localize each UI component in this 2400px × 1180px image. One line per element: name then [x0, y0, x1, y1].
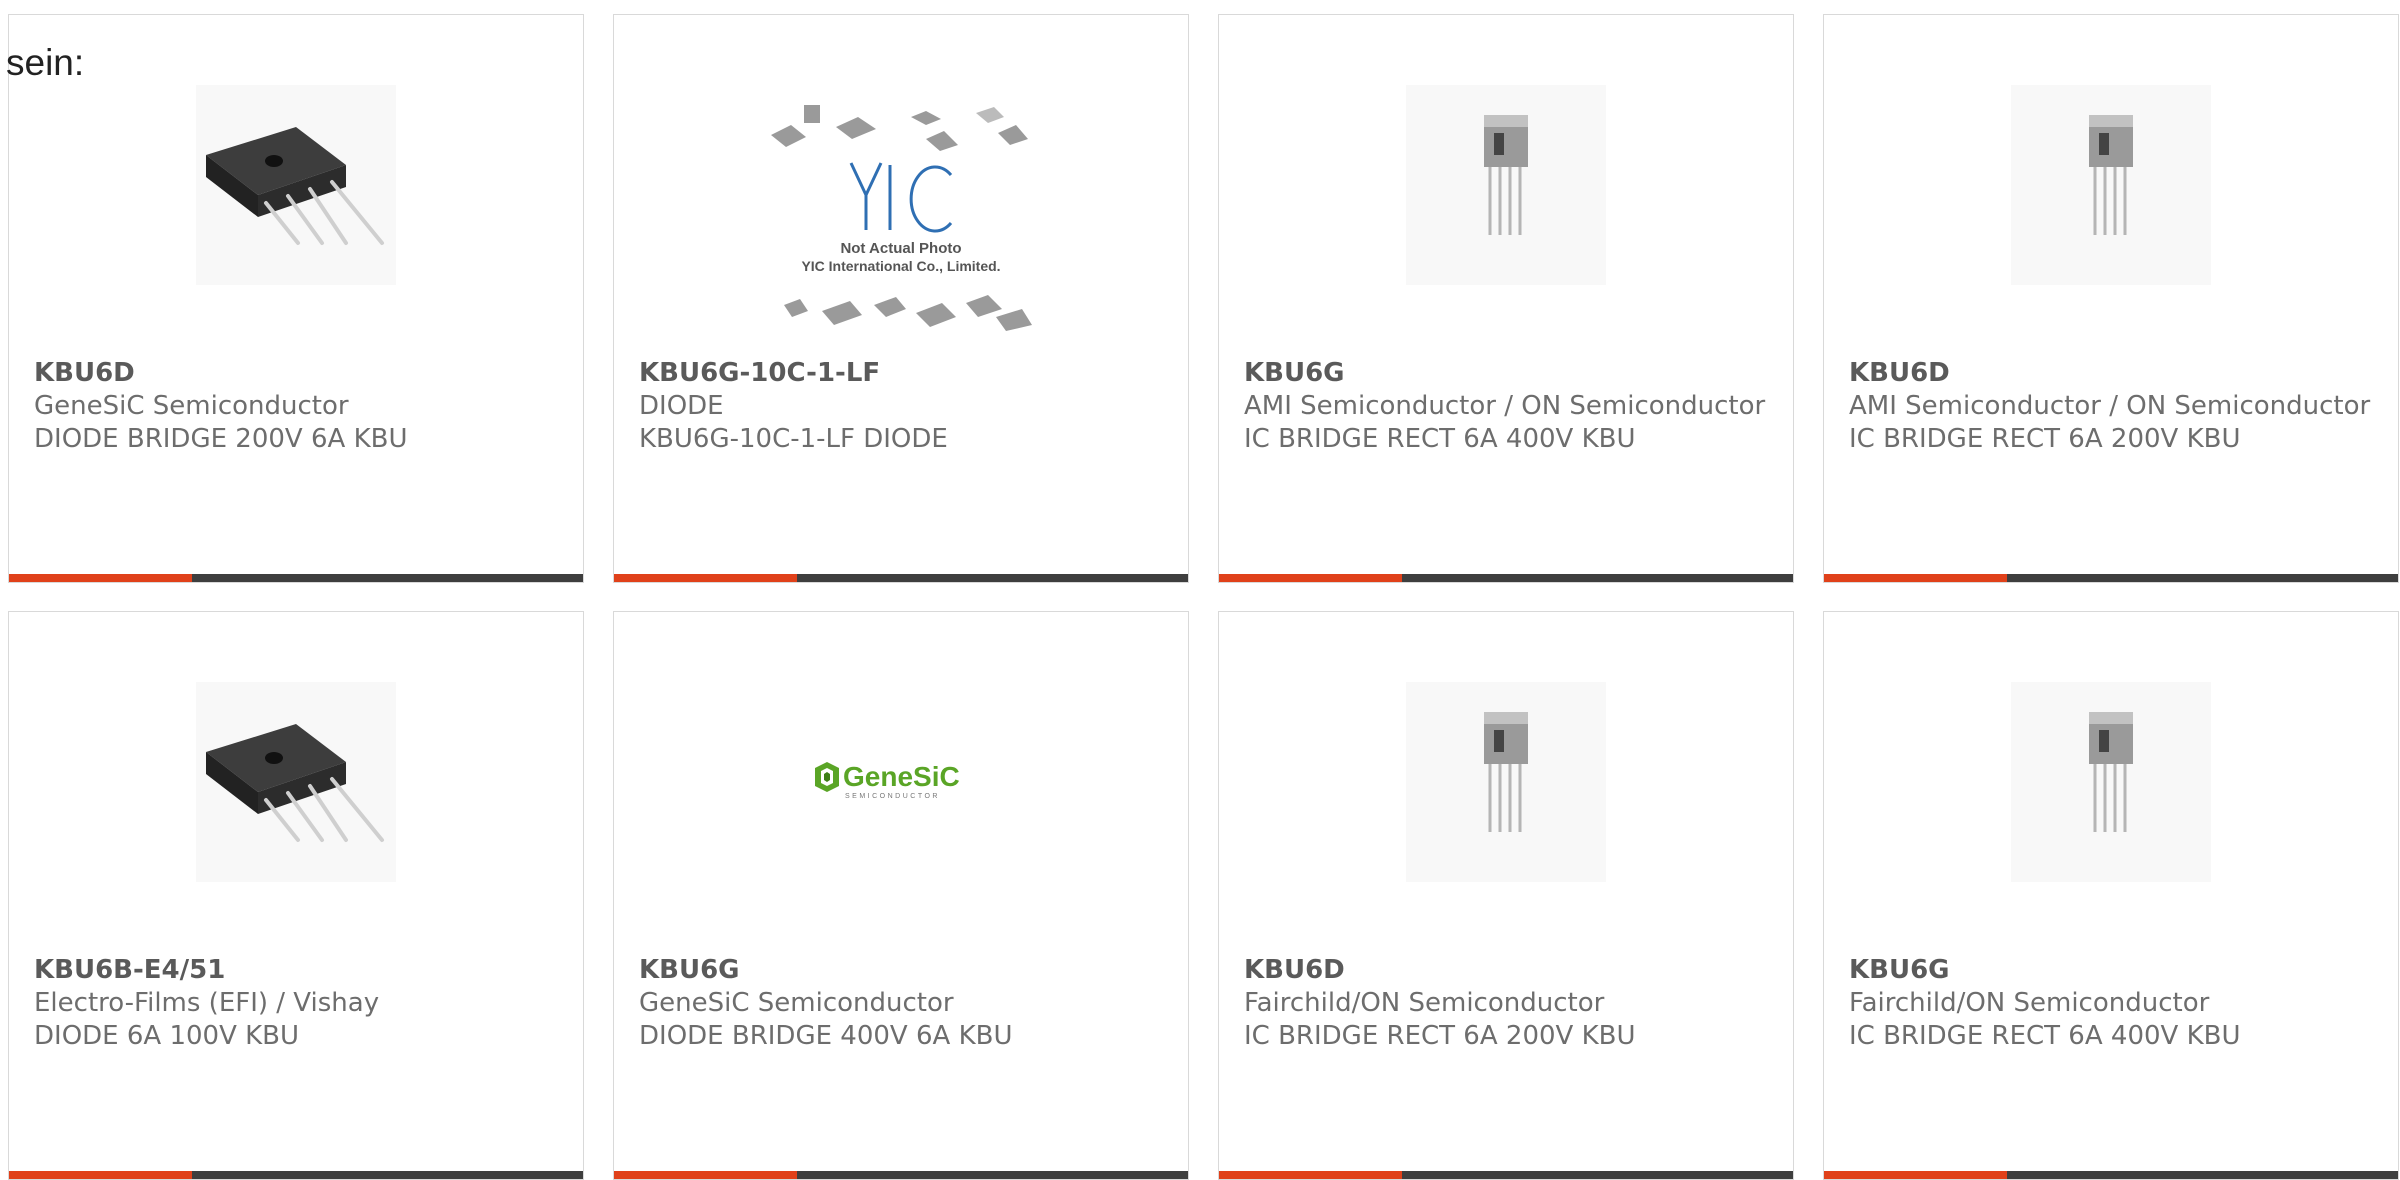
product-card[interactable]: KBU6D Fairchild/ON Semiconductor IC BRID…	[1218, 611, 1794, 1180]
product-image[interactable]	[196, 682, 396, 882]
product-card[interactable]: KBU6D GeneSiC Semiconductor DIODE BRIDGE…	[8, 14, 584, 583]
yic-placeholder-icon: Not Actual Photo YIC International Co., …	[771, 105, 1032, 331]
manufacturer: Fairchild/ON Semiconductor	[1849, 988, 2210, 1018]
intro-text: sein:	[6, 42, 85, 83]
manufacturer: DIODE	[639, 391, 724, 421]
card-bar-accent	[1219, 1171, 1402, 1179]
bridge-rectifier-silver-icon	[2089, 712, 2133, 832]
card-bar-accent	[9, 574, 192, 582]
card-bar	[1219, 1171, 1793, 1179]
description: DIODE BRIDGE 400V 6A KBU	[639, 1021, 1013, 1051]
card-bar-accent	[9, 1171, 192, 1179]
card-bar	[1219, 574, 1793, 582]
card-bar	[614, 574, 1188, 582]
manufacturer: GeneSiC Semiconductor	[639, 988, 954, 1018]
product-card[interactable]: KBU6B-E4/51 Electro-Films (EFI) / Vishay…	[8, 611, 584, 1180]
description: IC BRIDGE RECT 6A 200V KBU	[1244, 1021, 1636, 1051]
part-number[interactable]: KBU6D	[34, 357, 563, 390]
manufacturer: Fairchild/ON Semiconductor	[1244, 988, 1605, 1018]
card-bar-accent	[1219, 574, 1402, 582]
card-bar-accent	[614, 1171, 797, 1179]
card-bar	[1824, 574, 2398, 582]
genesic-logo-icon: GeneSiC SEMICONDUCTOR	[815, 761, 960, 800]
product-image[interactable]	[1406, 682, 1606, 882]
product-image[interactable]: GeneSiC SEMICONDUCTOR	[801, 682, 1001, 882]
bridge-rectifier-black-icon	[206, 127, 384, 245]
card-bar	[9, 574, 583, 582]
product-info: KBU6D Fairchild/ON Semiconductor IC BRID…	[1244, 954, 1773, 1053]
product-card[interactable]: KBU6G AMI Semiconductor / ON Semiconduct…	[1218, 14, 1794, 583]
card-bar	[614, 1171, 1188, 1179]
product-card[interactable]: Not Actual Photo YIC International Co., …	[613, 14, 1189, 583]
bridge-rectifier-black-icon	[206, 724, 384, 842]
part-number[interactable]: KBU6D	[1849, 357, 2378, 390]
genesic-logo-sub: SEMICONDUCTOR	[845, 793, 940, 800]
product-info: KBU6G GeneSiC Semiconductor DIODE BRIDGE…	[639, 954, 1168, 1053]
description: IC BRIDGE RECT 6A 200V KBU	[1849, 424, 2241, 454]
product-info: KBU6D GeneSiC Semiconductor DIODE BRIDGE…	[34, 357, 563, 456]
description: IC BRIDGE RECT 6A 400V KBU	[1244, 424, 1636, 454]
product-info: KBU6B-E4/51 Electro-Films (EFI) / Vishay…	[34, 954, 563, 1053]
genesic-logo-name: GeneSiC	[843, 761, 960, 792]
description: DIODE BRIDGE 200V 6A KBU	[34, 424, 408, 454]
placeholder-line2: YIC International Co., Limited.	[801, 258, 1000, 274]
description: IC BRIDGE RECT 6A 400V KBU	[1849, 1021, 2241, 1051]
product-card[interactable]: KBU6D AMI Semiconductor / ON Semiconduct…	[1823, 14, 2399, 583]
description: KBU6G-10C-1-LF DIODE	[639, 424, 948, 454]
card-bar-accent	[1824, 574, 2007, 582]
product-card[interactable]: KBU6G Fairchild/ON Semiconductor IC BRID…	[1823, 611, 2399, 1180]
card-bar-accent	[1824, 1171, 2007, 1179]
card-bar	[1824, 1171, 2398, 1179]
product-image[interactable]	[2011, 85, 2211, 285]
product-image[interactable]	[1406, 85, 1606, 285]
manufacturer: GeneSiC Semiconductor	[34, 391, 349, 421]
product-image[interactable]	[2011, 682, 2211, 882]
product-card[interactable]: GeneSiC SEMICONDUCTOR KBU6G GeneSiC Semi…	[613, 611, 1189, 1180]
product-image[interactable]	[196, 85, 396, 285]
product-image[interactable]: Not Actual Photo YIC International Co., …	[766, 105, 1036, 345]
description: DIODE 6A 100V KBU	[34, 1021, 300, 1051]
manufacturer: AMI Semiconductor / ON Semiconductor	[1244, 391, 1766, 421]
part-number[interactable]: KBU6G	[1849, 954, 2378, 987]
part-number[interactable]: KBU6G	[639, 954, 1168, 987]
card-bar-accent	[614, 574, 797, 582]
part-number[interactable]: KBU6G	[1244, 357, 1773, 390]
placeholder-line1: Not Actual Photo	[840, 240, 961, 257]
product-info: KBU6G Fairchild/ON Semiconductor IC BRID…	[1849, 954, 2378, 1053]
card-bar	[9, 1171, 583, 1179]
bridge-rectifier-silver-icon	[1484, 115, 1528, 235]
manufacturer: Electro-Films (EFI) / Vishay	[34, 988, 380, 1018]
product-info: KBU6G AMI Semiconductor / ON Semiconduct…	[1244, 357, 1773, 456]
manufacturer: AMI Semiconductor / ON Semiconductor	[1849, 391, 2371, 421]
part-number[interactable]: KBU6G-10C-1-LF	[639, 357, 1168, 390]
product-grid: KBU6D GeneSiC Semiconductor DIODE BRIDGE…	[8, 14, 2400, 1180]
product-info: KBU6D AMI Semiconductor / ON Semiconduct…	[1849, 357, 2378, 456]
bridge-rectifier-silver-icon	[1484, 712, 1528, 832]
part-number[interactable]: KBU6B-E4/51	[34, 954, 563, 987]
part-number[interactable]: KBU6D	[1244, 954, 1773, 987]
bridge-rectifier-silver-icon	[2089, 115, 2133, 235]
product-info: KBU6G-10C-1-LF DIODE KBU6G-10C-1-LF DIOD…	[639, 357, 1168, 456]
